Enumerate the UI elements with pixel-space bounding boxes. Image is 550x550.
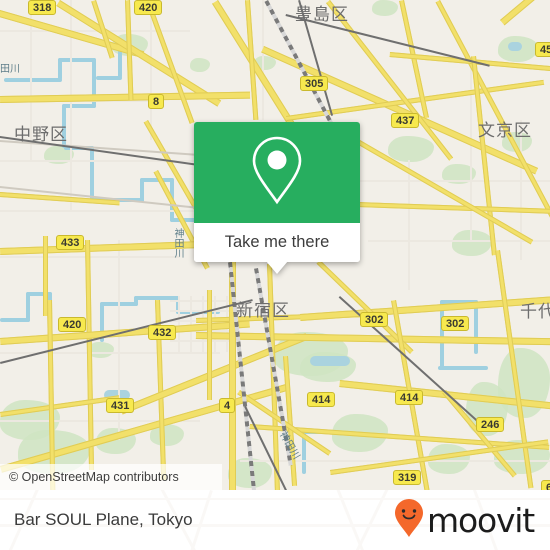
location-title: Bar SOUL Plane, Tokyo bbox=[14, 510, 193, 529]
minor-road bbox=[360, 180, 550, 182]
river bbox=[26, 292, 30, 322]
callout-tail bbox=[266, 261, 288, 274]
route-shield: 420 bbox=[58, 317, 87, 332]
route-shield: 318 bbox=[28, 0, 57, 15]
major-road bbox=[207, 290, 212, 400]
route-shield: 414 bbox=[395, 390, 424, 405]
location-pin-icon bbox=[248, 133, 306, 212]
route-shield: 305 bbox=[300, 76, 329, 91]
river bbox=[90, 146, 94, 200]
place-label: 新宿区 bbox=[236, 301, 290, 321]
callout-body: Take me there bbox=[194, 122, 360, 262]
place-label: 中野区 bbox=[14, 125, 68, 145]
callout-action-bar[interactable]: Take me there bbox=[194, 223, 360, 262]
route-shield: 414 bbox=[307, 392, 336, 407]
location-callout-card[interactable]: Take me there bbox=[194, 122, 360, 274]
route-shield: 420 bbox=[134, 0, 163, 15]
attribution-text: © OpenStreetMap contributors bbox=[9, 470, 179, 484]
route-shield: 246 bbox=[476, 417, 505, 432]
water-area bbox=[508, 42, 522, 51]
route-shield: 437 bbox=[391, 113, 420, 128]
route-shield: 431 bbox=[106, 398, 135, 413]
route-shield: 302 bbox=[360, 312, 389, 327]
route-shield: 4 bbox=[219, 398, 236, 413]
route-shield: 433 bbox=[56, 235, 85, 250]
callout-header bbox=[194, 122, 360, 223]
minor-road bbox=[368, 240, 550, 242]
river bbox=[58, 58, 96, 62]
route-shield: 8 bbox=[148, 94, 165, 109]
footer-bar: Bar SOUL Plane, Tokyo moovit bbox=[0, 490, 550, 550]
water-area bbox=[310, 356, 350, 366]
moovit-brand[interactable]: moovit bbox=[394, 498, 550, 543]
route-shield: 302 bbox=[441, 316, 470, 331]
river bbox=[438, 366, 488, 370]
route-shield: 319 bbox=[393, 470, 422, 485]
river bbox=[4, 78, 62, 82]
river bbox=[58, 58, 62, 80]
water-label: 神田川 bbox=[172, 228, 183, 258]
place-label: 文京区 bbox=[478, 121, 532, 141]
street-grid bbox=[178, 296, 180, 352]
take-me-there-button[interactable]: Take me there bbox=[225, 233, 330, 252]
map-attribution[interactable]: © OpenStreetMap contributors bbox=[0, 464, 222, 490]
river bbox=[62, 104, 96, 108]
minor-road bbox=[470, 60, 472, 240]
route-shield: 45 bbox=[535, 42, 550, 57]
minor-road bbox=[262, 0, 264, 120]
water-label: 田川 bbox=[0, 64, 20, 75]
route-shield: 61 bbox=[541, 480, 550, 490]
route-shield: 432 bbox=[148, 325, 177, 340]
moovit-smiley-pin-icon bbox=[394, 498, 424, 543]
place-label: 豊島区 bbox=[295, 5, 349, 25]
place-label: 千代 bbox=[520, 302, 550, 322]
river bbox=[96, 76, 122, 80]
moovit-wordmark: moovit bbox=[427, 500, 535, 540]
moovit-map-screenshot: 318 420 8 433 420 432 431 305 437 45 302 302 4 414 414… bbox=[0, 0, 550, 550]
